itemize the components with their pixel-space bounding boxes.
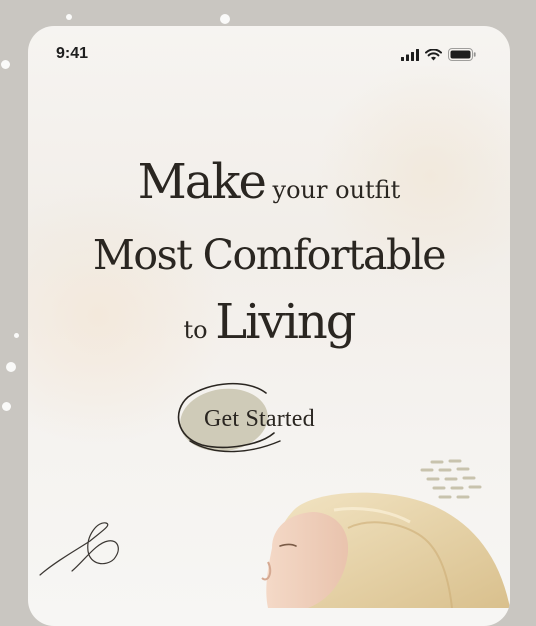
headline-make: Make xyxy=(137,154,267,210)
status-icons xyxy=(401,48,476,61)
get-started-label: Get Started xyxy=(204,406,315,432)
headline-to: to xyxy=(183,316,216,344)
headline-line-2: Most Comfortable xyxy=(28,231,510,279)
headline-most-comfortable: Most Comfortable xyxy=(92,231,447,279)
scribble-loop-icon xyxy=(39,522,119,576)
battery-icon xyxy=(448,48,476,61)
decor-dot xyxy=(6,362,16,372)
headline-line-1: Make your outfit xyxy=(28,154,510,210)
status-bar: 9:41 xyxy=(28,26,510,84)
decor-dot xyxy=(2,402,11,411)
phone-screen: 9:41 Make your outfit Most Comfortable t… xyxy=(28,26,510,626)
headline-your-outfit: your outfit xyxy=(264,176,401,204)
decor-dot xyxy=(1,60,10,69)
signal-icon xyxy=(401,48,419,61)
get-started-button[interactable]: Get Started xyxy=(168,371,388,461)
decor-dot xyxy=(220,14,230,24)
headline-living: Living xyxy=(215,294,356,350)
decor-dot xyxy=(14,333,19,338)
decor-dot xyxy=(66,14,72,20)
status-time: 9:41 xyxy=(56,45,89,62)
dash-pattern-icon xyxy=(420,459,482,499)
wifi-icon xyxy=(425,48,442,60)
headline-line-3: to Living xyxy=(28,294,510,350)
